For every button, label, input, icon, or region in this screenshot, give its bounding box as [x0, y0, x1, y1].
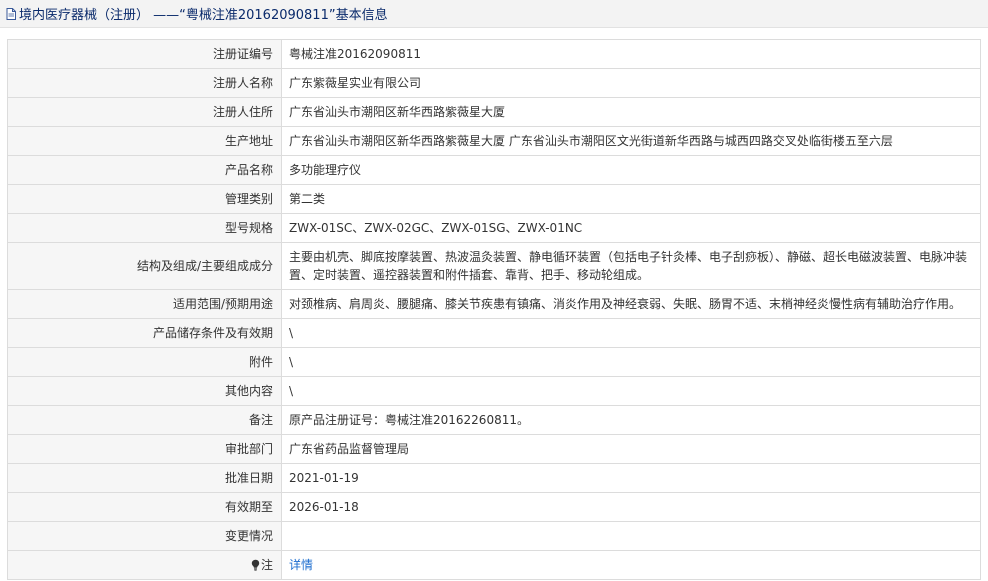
- table-row: 适用范围/预期用途 对颈椎病、肩周炎、腰腿痛、膝关节疾患有镇痛、消炎作用及神经衰…: [7, 289, 981, 319]
- page-title: 境内医疗器械（注册） ——“粤械注准20162090811”基本信息: [19, 8, 388, 23]
- field-label: 备注: [7, 405, 282, 435]
- note-label: 注: [260, 558, 273, 572]
- field-label: 注册人住所: [7, 97, 282, 127]
- field-value: 原产品注册证号：粤械注准20162260811。: [281, 405, 981, 435]
- field-value: 对颈椎病、肩周炎、腰腿痛、膝关节疾患有镇痛、消炎作用及神经衰弱、失眠、肠胃不适、…: [281, 289, 981, 319]
- table-row: 附件 \: [7, 347, 981, 377]
- field-label: 适用范围/预期用途: [7, 289, 282, 319]
- field-label: 批准日期: [7, 463, 282, 493]
- field-label: 生产地址: [7, 126, 282, 156]
- table-row: 其他内容 \: [7, 376, 981, 406]
- field-value: 广东省汕头市潮阳区新华西路紫薇星大厦 广东省汕头市潮阳区文光街道新华西路与城西四…: [281, 126, 981, 156]
- table-row: 有效期至 2026-01-18: [7, 492, 981, 522]
- field-value: 第二类: [281, 184, 981, 214]
- table-row: 产品储存条件及有效期 \: [7, 318, 981, 348]
- field-label: 结构及组成/主要组成成分: [7, 242, 282, 290]
- document-icon: [6, 7, 16, 20]
- field-label: 产品名称: [7, 155, 282, 185]
- field-value: 广东紫薇星实业有限公司: [281, 68, 981, 98]
- field-value: 主要由机壳、脚底按摩装置、热波温灸装置、静电循环装置（包括电子针灸棒、电子刮痧板…: [281, 242, 981, 290]
- table-row: 注册人名称 广东紫薇星实业有限公司: [7, 68, 981, 98]
- field-value: 广东省药品监督管理局: [281, 434, 981, 464]
- field-value: [281, 521, 981, 551]
- note-label-cell: 注: [7, 550, 282, 580]
- details-link[interactable]: 详情: [289, 558, 313, 572]
- field-value: 2026-01-18: [281, 492, 981, 522]
- field-value: \: [281, 376, 981, 406]
- field-value: \: [281, 347, 981, 377]
- table-row: 变更情况: [7, 521, 981, 551]
- field-value: ZWX-01SC、ZWX-02GC、ZWX-01SG、ZWX-01NC: [281, 213, 981, 243]
- field-value: 粤械注准20162090811: [281, 39, 981, 69]
- table-row: 型号规格 ZWX-01SC、ZWX-02GC、ZWX-01SG、ZWX-01NC: [7, 213, 981, 243]
- table-row: 审批部门 广东省药品监督管理局: [7, 434, 981, 464]
- field-label: 附件: [7, 347, 282, 377]
- field-label: 变更情况: [7, 521, 282, 551]
- field-label: 注册证编号: [7, 39, 282, 69]
- table-row: 生产地址 广东省汕头市潮阳区新华西路紫薇星大厦 广东省汕头市潮阳区文光街道新华西…: [7, 126, 981, 156]
- field-label: 有效期至: [7, 492, 282, 522]
- table-row: 备注 原产品注册证号：粤械注准20162260811。: [7, 405, 981, 435]
- field-label: 管理类别: [7, 184, 282, 214]
- table-row: 批准日期 2021-01-19: [7, 463, 981, 493]
- page-title-bar: 境内医疗器械（注册） ——“粤械注准20162090811”基本信息: [0, 0, 988, 28]
- field-value: 多功能理疗仪: [281, 155, 981, 185]
- field-label: 其他内容: [7, 376, 282, 406]
- detail-table: 注册证编号 粤械注准20162090811 注册人名称 广东紫薇星实业有限公司 …: [7, 39, 981, 580]
- lightbulb-icon: [251, 558, 260, 571]
- field-label: 审批部门: [7, 434, 282, 464]
- table-row: 注册证编号 粤械注准20162090811: [7, 39, 981, 69]
- field-label: 产品储存条件及有效期: [7, 318, 282, 348]
- table-row: 管理类别 第二类: [7, 184, 981, 214]
- table-row: 注 详情: [7, 550, 981, 580]
- field-label: 注册人名称: [7, 68, 282, 98]
- table-row: 注册人住所 广东省汕头市潮阳区新华西路紫薇星大厦: [7, 97, 981, 127]
- field-label: 型号规格: [7, 213, 282, 243]
- table-row: 产品名称 多功能理疗仪: [7, 155, 981, 185]
- field-value: \: [281, 318, 981, 348]
- note-value-cell: 详情: [281, 550, 981, 580]
- table-row: 结构及组成/主要组成成分 主要由机壳、脚底按摩装置、热波温灸装置、静电循环装置（…: [7, 242, 981, 290]
- field-value: 2021-01-19: [281, 463, 981, 493]
- field-value: 广东省汕头市潮阳区新华西路紫薇星大厦: [281, 97, 981, 127]
